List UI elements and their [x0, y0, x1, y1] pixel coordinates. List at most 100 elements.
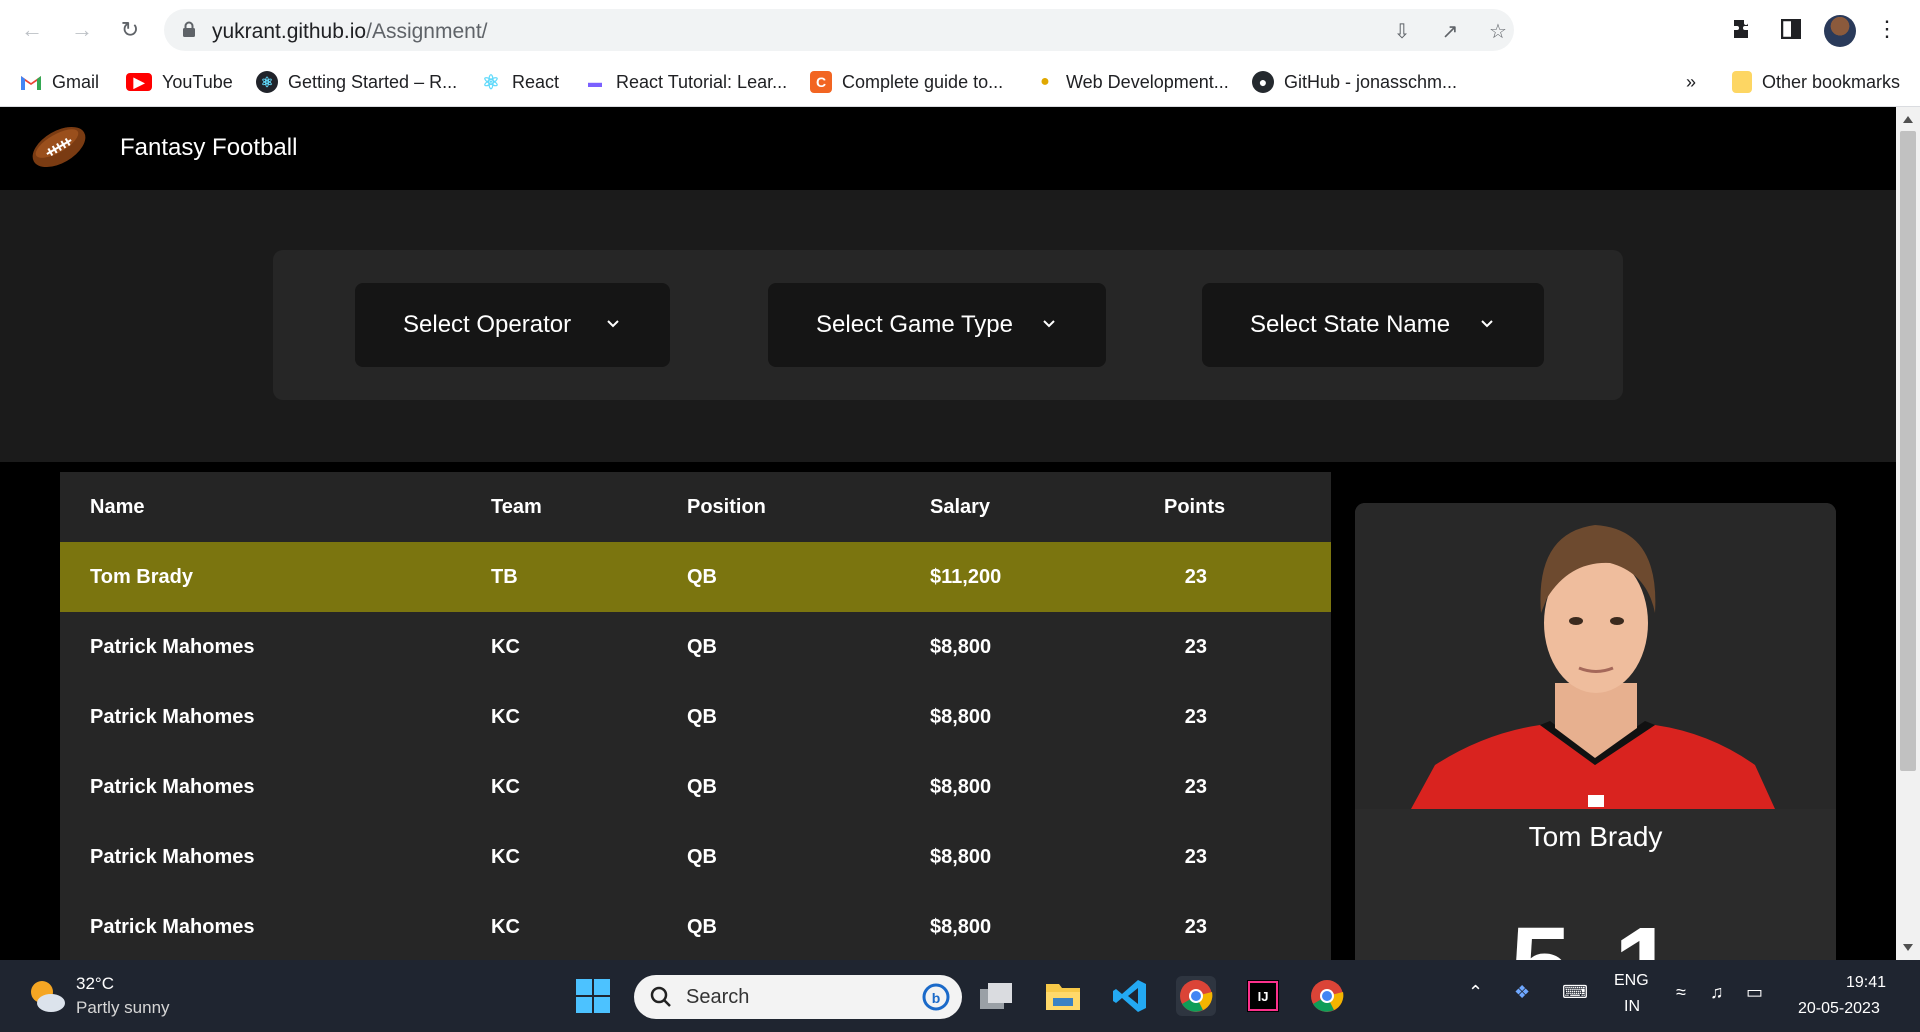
filter-panel: Select Operator Select Game Type Select … [273, 250, 1623, 400]
table-row[interactable]: Tom Brady TB QB $11,200 23 [60, 542, 1331, 612]
bookmark-web-development[interactable]: ● Web Development... [1034, 67, 1229, 97]
scroll-down-arrow-icon[interactable] [1902, 943, 1914, 953]
keyboard-icon[interactable]: ⌨ [1562, 982, 1588, 1003]
folder-icon [1732, 71, 1752, 93]
cell-name: Patrick Mahomes [90, 636, 255, 658]
install-app-icon[interactable]: ⇩ [1390, 19, 1414, 43]
url-text: yukrant.github.io/Assignment/ [212, 20, 488, 43]
windows-start-icon[interactable] [573, 976, 613, 1016]
app-navbar: Fantasy Football [0, 107, 1896, 190]
player-photo [1355, 503, 1836, 809]
bookmark-gmail[interactable]: Gmail [20, 67, 99, 97]
header-salary[interactable]: Salary [930, 496, 990, 519]
table-row[interactable]: Patrick Mahomes KC QB $8,800 23 [60, 682, 1331, 752]
bookmarks-bar: Gmail ▶ YouTube ⚛ Getting Started – R...… [0, 60, 1920, 106]
weather-temperature[interactable]: 32°C [76, 974, 114, 994]
table-row[interactable]: Patrick Mahomes KC QB $8,800 23 [60, 822, 1331, 892]
windows-taskbar: 32°C Partly sunny Search b IJ ⌃ ❖ ⌨ ENG … [0, 960, 1920, 1032]
chrome-profile-icon[interactable] [1307, 976, 1347, 1016]
header-name[interactable]: Name [90, 496, 144, 519]
cell-team: KC [491, 776, 520, 798]
cell-name: Tom Brady [90, 566, 193, 588]
player-card: Tom Brady 5.1 [1355, 503, 1836, 960]
menu-kebab-icon[interactable]: ⋮ [1872, 14, 1902, 44]
search-icon [650, 986, 671, 1007]
browser-chrome: ← → ↻ yukrant.github.io/Assignment/ ⇩ ↗ … [0, 0, 1920, 107]
taskbar-search[interactable]: Search b [634, 975, 962, 1019]
cell-points: 23 [1184, 776, 1207, 798]
select-game-type-dropdown[interactable]: Select Game Type [768, 283, 1106, 367]
cell-position: QB [687, 636, 717, 658]
dropbox-icon[interactable]: ❖ [1514, 982, 1530, 1003]
forward-icon[interactable]: → [64, 12, 100, 48]
react-native-icon: ⚛ [256, 71, 278, 93]
page-scrollbar[interactable] [1896, 107, 1920, 960]
cell-points: 23 [1184, 566, 1207, 588]
intellij-icon[interactable]: IJ [1243, 976, 1283, 1016]
scrollbar-thumb[interactable] [1900, 131, 1916, 771]
cell-name: Patrick Mahomes [90, 916, 255, 938]
file-explorer-icon[interactable] [1043, 976, 1083, 1016]
bookmark-youtube[interactable]: ▶ YouTube [126, 67, 233, 97]
cell-position: QB [687, 776, 717, 798]
players-table: Name Team Position Salary Points Tom Bra… [60, 472, 1331, 960]
show-hidden-icons-icon[interactable]: ⌃ [1468, 982, 1483, 1003]
bookmark-star-icon[interactable]: ☆ [1486, 19, 1510, 43]
other-bookmarks[interactable]: Other bookmarks [1732, 67, 1900, 97]
chrome-icon[interactable] [1176, 976, 1216, 1016]
table-row[interactable]: Patrick Mahomes KC QB $8,800 23 [60, 892, 1331, 960]
language-indicator-bottom[interactable]: IN [1624, 998, 1640, 1016]
back-icon[interactable]: ← [14, 12, 50, 48]
side-panel-icon[interactable] [1776, 14, 1806, 44]
clock-date[interactable]: 20-05-2023 [1798, 1000, 1880, 1018]
reload-icon[interactable]: ↻ [112, 12, 148, 48]
bookmark-react-tutorial[interactable]: ▬ React Tutorial: Lear... [584, 67, 787, 97]
chevron-down-icon [1481, 320, 1493, 328]
player-card-name: Tom Brady [1528, 821, 1663, 852]
cell-salary: $11,200 [930, 566, 1002, 588]
bookmark-getting-started[interactable]: ⚛ Getting Started – R... [256, 67, 457, 97]
cell-salary: $8,800 [930, 636, 992, 658]
weather-description[interactable]: Partly sunny [76, 998, 170, 1018]
table-row[interactable]: Patrick Mahomes KC QB $8,800 23 [60, 612, 1331, 682]
table-row[interactable]: Patrick Mahomes KC QB $8,800 23 [60, 752, 1331, 822]
cell-salary: $8,800 [930, 916, 992, 938]
gmail-icon [20, 71, 42, 93]
cell-points: 23 [1184, 706, 1207, 728]
clock-time[interactable]: 19:41 [1846, 974, 1886, 992]
battery-icon[interactable]: ▭ [1746, 982, 1763, 1003]
profile-avatar[interactable] [1824, 15, 1856, 47]
cell-points: 23 [1184, 916, 1207, 938]
bookmark-react[interactable]: ⚛ React [480, 67, 559, 97]
svg-text:b: b [932, 990, 941, 1006]
select-state-name-dropdown[interactable]: Select State Name [1202, 283, 1544, 367]
github-icon: ● [1252, 71, 1274, 93]
task-view-icon[interactable] [976, 976, 1016, 1016]
weather-partly-sunny-icon[interactable] [26, 978, 66, 1014]
bing-icon[interactable]: b [922, 983, 950, 1011]
bookmark-github[interactable]: ● GitHub - jonasschm... [1252, 67, 1457, 97]
extensions-icon[interactable] [1728, 14, 1758, 44]
header-team[interactable]: Team [491, 496, 542, 519]
cell-name: Patrick Mahomes [90, 776, 255, 798]
header-position[interactable]: Position [687, 496, 766, 519]
address-bar[interactable]: yukrant.github.io/Assignment/ ⇩ ↗ ☆ [164, 9, 1514, 51]
wifi-icon[interactable]: ≈ [1676, 982, 1686, 1003]
scroll-up-arrow-icon[interactable] [1902, 114, 1914, 124]
header-points[interactable]: Points [1164, 496, 1225, 519]
language-indicator-top[interactable]: ENG [1614, 972, 1649, 990]
lock-icon [183, 21, 195, 37]
cell-salary: $8,800 [930, 846, 992, 868]
vscode-icon[interactable] [1110, 976, 1150, 1016]
volume-icon[interactable]: ♫ [1710, 982, 1724, 1003]
cell-position: QB [687, 706, 717, 728]
codecademy-icon: C [810, 71, 832, 93]
react-icon: ⚛ [482, 71, 500, 94]
share-icon[interactable]: ↗ [1438, 19, 1462, 43]
bookmark-complete-guide[interactable]: C Complete guide to... [810, 67, 1003, 97]
cell-points: 23 [1184, 846, 1207, 868]
cell-name: Patrick Mahomes [90, 846, 255, 868]
app-brand-title[interactable]: Fantasy Football [120, 134, 297, 162]
bookmarks-overflow-button[interactable]: » [1686, 67, 1696, 97]
select-operator-dropdown[interactable]: Select Operator [355, 283, 670, 367]
